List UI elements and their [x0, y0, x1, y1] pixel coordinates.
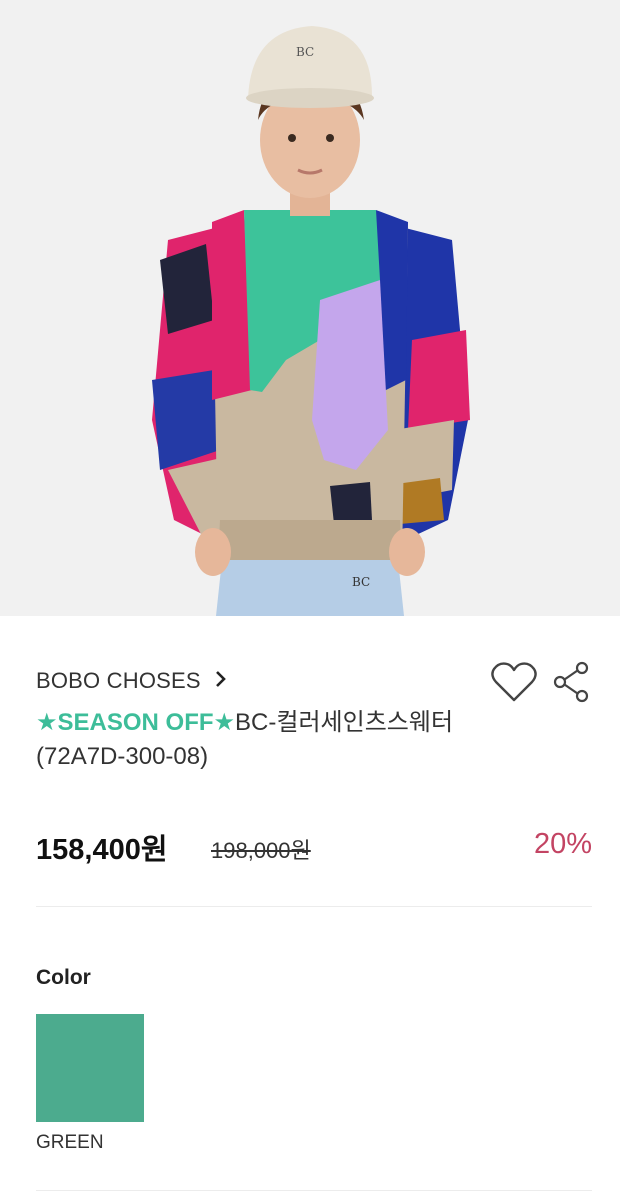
- heart-icon[interactable]: [490, 660, 538, 709]
- divider: [36, 906, 592, 907]
- product-actions: [490, 660, 592, 709]
- color-swatch-name: GREEN: [36, 1132, 104, 1153]
- brand-link[interactable]: BOBO CHOSES: [36, 668, 227, 694]
- chevron-right-icon: [215, 670, 227, 692]
- share-icon[interactable]: [552, 661, 592, 708]
- original-price: 198,000원: [211, 838, 311, 863]
- price-row: 158,400원 198,000원 20%: [36, 826, 592, 866]
- product-image[interactable]: BC BC: [0, 0, 620, 616]
- promo-label: ★SEASON OFF★: [36, 709, 236, 736]
- divider: [36, 1190, 592, 1191]
- brand-name[interactable]: BOBO CHOSES: [36, 668, 201, 694]
- color-swatch-green[interactable]: [36, 1014, 144, 1122]
- product-title: ★SEASON OFF★BC-컬러세인츠스웨터 (72A7D-300-08): [36, 706, 486, 774]
- pants-print: BC: [352, 575, 370, 589]
- product-photo-illustration: BC BC: [152, 26, 470, 616]
- color-option-label: Color: [36, 966, 91, 989]
- hat-print: BC: [296, 45, 314, 59]
- discount-rate: 20%: [533, 828, 592, 860]
- sale-price: 158,400원: [36, 834, 168, 866]
